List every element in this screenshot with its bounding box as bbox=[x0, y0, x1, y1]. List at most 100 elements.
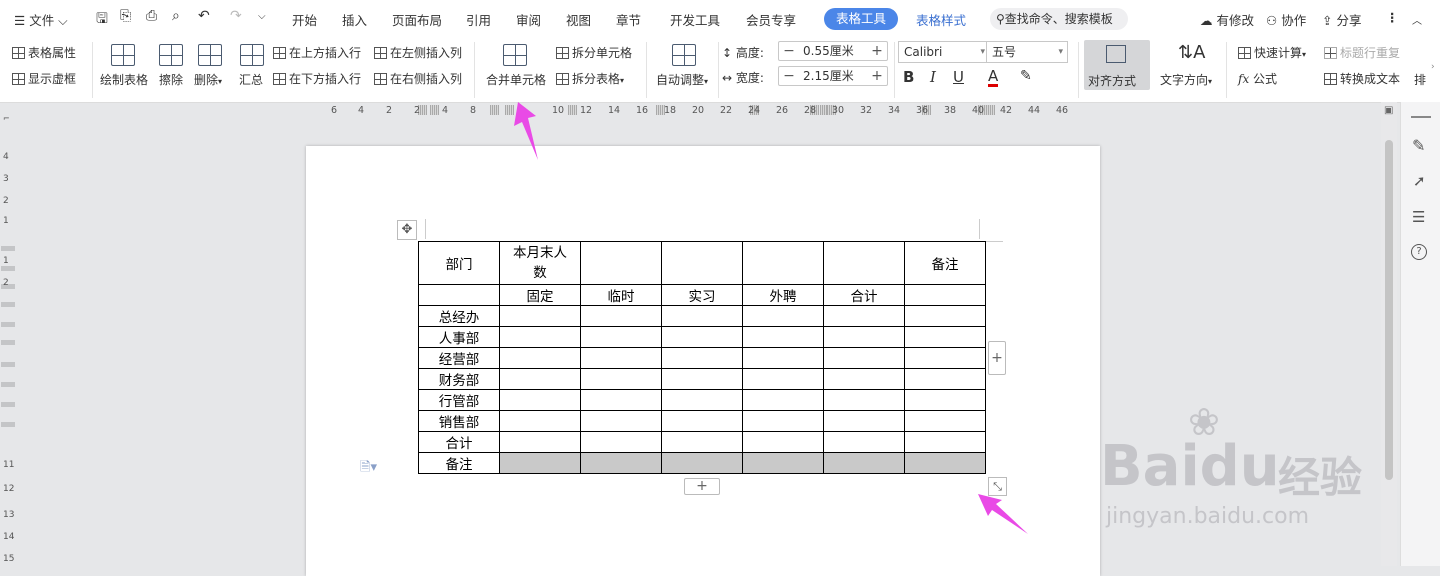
convert-text-button[interactable]: 转换成文本 bbox=[1324, 70, 1400, 87]
table-cell[interactable] bbox=[823, 305, 905, 327]
table-cell[interactable] bbox=[823, 326, 905, 348]
width-stepper[interactable]: − 2.15厘米 + bbox=[778, 66, 888, 86]
move-handle-icon[interactable]: ✥ bbox=[397, 220, 417, 240]
table-cell[interactable] bbox=[580, 389, 662, 411]
tab-insert[interactable]: 插入 bbox=[342, 10, 367, 29]
ruler-row-marker[interactable] bbox=[1, 266, 15, 271]
table-cell[interactable]: 人事部 bbox=[418, 326, 500, 348]
sort-button[interactable]: 排 bbox=[1414, 71, 1426, 88]
vertical-scrollbar[interactable]: ▣ bbox=[1381, 102, 1397, 566]
vertical-ruler[interactable]: ⌐ 4 3 2 1 1 2 11 12 13 14 15 bbox=[0, 114, 15, 566]
table-cell[interactable] bbox=[904, 326, 986, 348]
table-row[interactable]: 备注 bbox=[418, 452, 986, 474]
redo-icon[interactable]: ↷ bbox=[230, 8, 242, 24]
auto-fit-button[interactable]: 自动调整▾ bbox=[656, 71, 708, 88]
file-menu[interactable]: ☰ 文件 ⌵ bbox=[14, 10, 68, 29]
table-cell[interactable] bbox=[823, 347, 905, 369]
horizontal-ruler[interactable]: 6 4 2 2 4 8 10 12 14 16 18 20 22 24 26 28 30 32 34 36 38 40 42… bbox=[330, 102, 1110, 118]
table-cell[interactable]: 总经办 bbox=[418, 305, 500, 327]
preview-icon[interactable]: ⌕ bbox=[172, 8, 180, 24]
merge-cells-button[interactable]: 合并单元格 bbox=[486, 71, 546, 88]
font-name-select[interactable]: Calibri ▾ bbox=[898, 41, 990, 63]
table-cell[interactable] bbox=[499, 452, 581, 474]
table-cell[interactable] bbox=[499, 347, 581, 369]
table-cell[interactable]: 行管部 bbox=[418, 389, 500, 411]
insert-below-button[interactable]: 在下方插入行 bbox=[273, 70, 361, 87]
table-cell[interactable] bbox=[742, 241, 824, 285]
table-cell[interactable] bbox=[499, 368, 581, 390]
ribbon-scroll-icon[interactable]: › bbox=[1431, 62, 1435, 72]
modify-button[interactable]: ☁ 有修改 bbox=[1200, 10, 1254, 29]
table-cell[interactable] bbox=[823, 389, 905, 411]
table-cell[interactable] bbox=[580, 368, 662, 390]
table-cell[interactable] bbox=[580, 410, 662, 432]
table-cell[interactable] bbox=[499, 431, 581, 453]
text-direction-button[interactable]: 文字方向▾ bbox=[1160, 71, 1212, 88]
table-cell[interactable]: 外聘 bbox=[742, 284, 824, 306]
collapse-icon[interactable]: ︿ bbox=[1412, 12, 1422, 27]
table-row[interactable]: 部门 本月末人数 备注 bbox=[418, 241, 986, 285]
ruler-row-marker[interactable] bbox=[1, 302, 15, 307]
table-row[interactable]: 合计 bbox=[418, 431, 986, 453]
tab-table-style[interactable]: 表格样式 bbox=[916, 10, 966, 29]
ruler-row-marker[interactable] bbox=[1, 422, 15, 427]
table-cell[interactable] bbox=[823, 410, 905, 432]
print-icon[interactable]: ⎙ bbox=[146, 8, 157, 24]
search-input[interactable]: ⚲查找命令、搜索模板 bbox=[990, 8, 1128, 30]
more-icon[interactable]: ⋮ bbox=[1386, 10, 1399, 25]
cursor-icon[interactable]: ➚ bbox=[1413, 172, 1426, 190]
table-cell[interactable] bbox=[661, 452, 743, 474]
table-cell[interactable] bbox=[742, 452, 824, 474]
table-cell[interactable] bbox=[742, 368, 824, 390]
table-cell[interactable] bbox=[742, 305, 824, 327]
undo-icon[interactable]: ↶ bbox=[198, 8, 210, 24]
ruler-row-marker[interactable] bbox=[1, 322, 15, 327]
split-table-button[interactable]: 拆分表格▾ bbox=[556, 70, 624, 87]
split-cells-button[interactable]: 拆分单元格 bbox=[556, 44, 632, 61]
width-decrease-button[interactable]: − bbox=[779, 67, 799, 85]
ruler-row-marker[interactable] bbox=[1, 362, 15, 367]
table-cell[interactable] bbox=[823, 431, 905, 453]
formula-button[interactable]: fx 公式 bbox=[1238, 70, 1277, 87]
table-cell[interactable] bbox=[499, 410, 581, 432]
ruler-column-marker[interactable] bbox=[430, 105, 439, 115]
ruler-row-marker[interactable] bbox=[1, 382, 15, 387]
add-column-button[interactable]: + bbox=[988, 341, 1006, 375]
table-cell[interactable] bbox=[418, 284, 500, 306]
table-cell[interactable] bbox=[823, 452, 905, 474]
table-cell[interactable] bbox=[499, 305, 581, 327]
tab-review[interactable]: 审阅 bbox=[516, 10, 541, 29]
table-cell[interactable] bbox=[661, 389, 743, 411]
collab-button[interactable]: ⚇ 协作 bbox=[1266, 10, 1306, 29]
repeat-header-button[interactable]: 标题行重复 bbox=[1324, 44, 1400, 61]
table-cell[interactable] bbox=[580, 305, 662, 327]
table-cell[interactable] bbox=[661, 368, 743, 390]
font-color-icon[interactable]: A bbox=[988, 68, 999, 87]
table-row[interactable]: 固定 临时 实习 外聘 合计 bbox=[418, 284, 986, 306]
add-row-button[interactable]: + bbox=[684, 478, 720, 495]
table-row[interactable]: 销售部 bbox=[418, 410, 986, 432]
table-cell[interactable] bbox=[904, 452, 986, 474]
help-icon[interactable]: ? bbox=[1411, 244, 1427, 260]
table-cell[interactable] bbox=[742, 410, 824, 432]
tab-table-tools[interactable]: 表格工具 bbox=[824, 8, 898, 30]
tab-developer[interactable]: 开发工具 bbox=[670, 10, 720, 29]
italic-icon[interactable]: I bbox=[930, 68, 936, 86]
table-cell[interactable] bbox=[823, 241, 905, 285]
table-row[interactable]: 财务部 bbox=[418, 368, 986, 390]
tab-home[interactable]: 开始 bbox=[292, 10, 317, 29]
ruler-column-marker[interactable] bbox=[568, 105, 577, 115]
document-table[interactable]: 部门 本月末人数 备注 固定 临时 实习 外聘 合计 总经办 人事部 经营部 财务部 行管部 销售部 合计备… bbox=[418, 241, 986, 474]
table-properties-button[interactable]: 表格属性 bbox=[12, 44, 76, 61]
underline-icon[interactable]: U bbox=[953, 68, 964, 86]
table-cell[interactable] bbox=[580, 431, 662, 453]
ruler-row-marker[interactable] bbox=[1, 340, 15, 345]
table-cell[interactable]: 财务部 bbox=[418, 368, 500, 390]
insert-left-button[interactable]: 在左侧插入列 bbox=[374, 44, 462, 61]
table-cell[interactable] bbox=[499, 326, 581, 348]
table-row[interactable]: 总经办 bbox=[418, 305, 986, 327]
table-row[interactable]: 人事部 bbox=[418, 326, 986, 348]
table-cell[interactable]: 临时 bbox=[580, 284, 662, 306]
table-cell[interactable] bbox=[904, 410, 986, 432]
bold-icon[interactable]: B bbox=[903, 68, 914, 86]
